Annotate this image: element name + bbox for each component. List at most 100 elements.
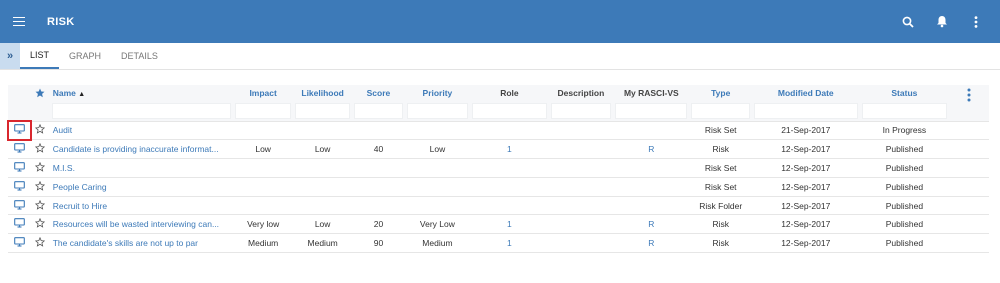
role-filter-input[interactable]: [472, 103, 547, 119]
monitor-icon[interactable]: [14, 237, 25, 247]
status-cell: Published: [859, 233, 950, 254]
header-favorite-col[interactable]: [31, 85, 50, 121]
role-cell[interactable]: 1: [470, 214, 549, 234]
bell-icon[interactable]: [935, 15, 949, 29]
role-cell[interactable]: [470, 176, 549, 197]
role-cell[interactable]: [470, 120, 549, 140]
rasci-cell[interactable]: [613, 120, 690, 140]
name-cell[interactable]: People Caring: [49, 176, 234, 197]
name-cell[interactable]: Resources will be wasted interviewing ca…: [49, 214, 234, 234]
table-row[interactable]: The candidate's skills are not up to par…: [8, 233, 989, 254]
monitor-icon[interactable]: [14, 124, 25, 134]
top-app-bar: RISK: [0, 0, 1000, 43]
header-status[interactable]: Status: [860, 85, 950, 121]
monitor-icon[interactable]: [14, 180, 25, 191]
star-outline-icon[interactable]: [35, 124, 46, 135]
table-row[interactable]: Recruit to Hire Risk Folder 12-Sep-2017 …: [8, 195, 989, 215]
star-outline-icon[interactable]: [35, 218, 46, 229]
name-cell[interactable]: Audit: [49, 120, 234, 140]
impact-filter-input[interactable]: [235, 103, 291, 119]
name-cell[interactable]: Candidate is providing inaccurate inform…: [49, 139, 234, 159]
view-cell[interactable]: [8, 176, 31, 197]
favorite-cell[interactable]: [30, 195, 50, 215]
monitor-icon[interactable]: [14, 199, 25, 210]
rasci-cell[interactable]: R: [613, 233, 690, 254]
status-cell: Published: [859, 139, 950, 159]
header-type[interactable]: Type: [689, 85, 752, 121]
star-outline-icon[interactable]: [35, 180, 46, 191]
favorite-cell[interactable]: [30, 233, 50, 254]
header-impact[interactable]: Impact: [233, 85, 292, 121]
view-cell[interactable]: [8, 195, 31, 215]
score-filter-input[interactable]: [354, 103, 403, 119]
favorite-cell[interactable]: [30, 158, 50, 178]
view-cell[interactable]: [8, 233, 31, 254]
monitor-icon[interactable]: [14, 162, 25, 172]
header-name[interactable]: Name ▲: [50, 85, 234, 121]
name-cell[interactable]: M.I.S.: [49, 158, 234, 178]
likelihood-cell: [292, 176, 353, 197]
view-cell[interactable]: [8, 158, 31, 178]
favorite-cell[interactable]: [30, 120, 50, 140]
header-description[interactable]: Description: [549, 85, 614, 121]
role-cell[interactable]: [470, 195, 549, 215]
likelihood-cell: [292, 158, 353, 178]
tab-graph[interactable]: GRAPH: [59, 43, 111, 69]
favorite-cell[interactable]: [30, 214, 50, 234]
menu-icon[interactable]: [13, 16, 25, 27]
collapse-panel-button[interactable]: »: [0, 43, 20, 69]
type-cell: Risk Folder: [689, 195, 753, 215]
modified-date-cell: 12-Sep-2017: [752, 214, 860, 234]
star-outline-icon[interactable]: [35, 236, 46, 247]
table-row[interactable]: People Caring Risk Set 12-Sep-2017 Publi…: [8, 176, 989, 197]
column-options-icon[interactable]: [949, 85, 989, 121]
rasci-cell[interactable]: [613, 176, 690, 197]
star-outline-icon[interactable]: [35, 199, 46, 210]
monitor-icon[interactable]: [14, 218, 25, 228]
header-likelihood[interactable]: Likelihood: [293, 85, 352, 121]
rasci-filter-input[interactable]: [615, 103, 688, 119]
favorite-cell[interactable]: [30, 176, 50, 197]
name-cell[interactable]: Recruit to Hire: [49, 195, 234, 215]
favorite-cell[interactable]: [30, 139, 50, 159]
rasci-cell[interactable]: [613, 158, 690, 178]
role-cell[interactable]: 1: [470, 139, 549, 159]
search-icon[interactable]: [901, 15, 915, 29]
star-outline-icon[interactable]: [35, 142, 46, 153]
header-score[interactable]: Score: [352, 85, 404, 121]
rasci-cell[interactable]: R: [613, 139, 690, 159]
more-vert-icon[interactable]: [969, 15, 983, 29]
name-filter-input[interactable]: [51, 103, 232, 119]
tab-details[interactable]: DETAILS: [111, 43, 168, 69]
view-cell[interactable]: [7, 120, 32, 141]
likelihood-cell: [292, 195, 353, 215]
score-cell: [352, 195, 405, 215]
table-row[interactable]: Resources will be wasted interviewing ca…: [8, 214, 989, 234]
table-row[interactable]: Audit Risk Set 21-Sep-2017 In Progress: [7, 120, 989, 141]
header-rasci[interactable]: My RASCI-VS: [613, 85, 689, 121]
status-filter-input[interactable]: [861, 103, 948, 119]
star-outline-icon[interactable]: [35, 161, 46, 172]
likelihood-filter-input[interactable]: [294, 103, 351, 119]
monitor-icon[interactable]: [14, 143, 25, 153]
role-cell[interactable]: 1: [470, 233, 549, 254]
view-cell[interactable]: [8, 139, 31, 159]
rasci-cell[interactable]: R: [613, 214, 690, 234]
tab-list[interactable]: LIST: [20, 43, 60, 69]
rasci-cell[interactable]: [613, 195, 690, 215]
role-cell[interactable]: [470, 158, 549, 178]
header-priority[interactable]: Priority: [405, 85, 471, 121]
sort-asc-icon: ▲: [78, 91, 86, 98]
name-cell[interactable]: The candidate's skills are not up to par: [49, 233, 234, 254]
table-row[interactable]: M.I.S. Risk Set 12-Sep-2017 Published: [8, 158, 989, 178]
description-filter-input[interactable]: [550, 103, 612, 119]
type-cell: Risk Set: [689, 158, 753, 178]
modified-filter-input[interactable]: [754, 103, 858, 119]
view-cell[interactable]: [8, 214, 31, 234]
priority-filter-input[interactable]: [406, 103, 469, 119]
header-role[interactable]: Role: [470, 85, 548, 121]
type-filter-input[interactable]: [691, 103, 751, 119]
header-modified-date[interactable]: Modified Date: [752, 85, 859, 121]
likelihood-cell: Low: [292, 139, 353, 159]
table-row[interactable]: Candidate is providing inaccurate inform…: [8, 139, 989, 159]
